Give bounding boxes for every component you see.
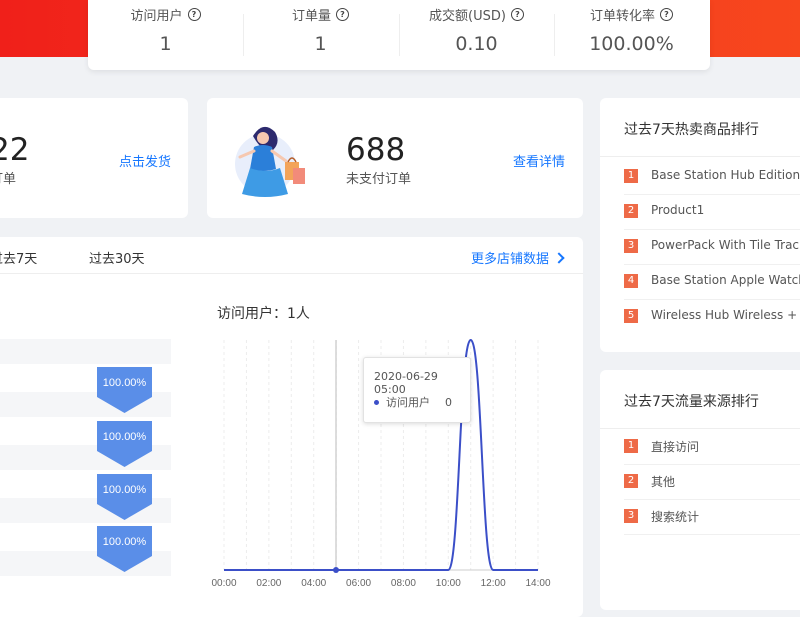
- tooltip-row: 访问用户 0: [374, 394, 452, 410]
- period-tabs: 过去7天 过去30天 更多店铺数据: [0, 237, 583, 274]
- conversion-rate-badge: 100.00%: [97, 526, 152, 572]
- traffic-source-item[interactable]: 3 搜索统计: [624, 499, 800, 535]
- conversion-rate-text: 100.00%: [103, 431, 147, 443]
- stat-value: 100.00%: [589, 33, 674, 55]
- tooltip-value: 0: [445, 395, 452, 409]
- stat-value: 1: [314, 33, 327, 55]
- product-rank-item[interactable]: 4 Base Station Apple Watch: [624, 264, 800, 300]
- x-tick-label: 08:00: [391, 578, 416, 589]
- analytics-card: 过去7天 过去30天 更多店铺数据 100.00% 100.00% 100.00…: [0, 237, 583, 617]
- stat-label: 成交额(USD): [429, 9, 506, 24]
- conversion-rate-text: 100.00%: [103, 377, 147, 389]
- chart-tooltip: 2020-06-29 05:00 访问用户 0: [363, 357, 471, 423]
- stat-visitors: 访问用户? 1: [88, 0, 243, 70]
- source-name: 直接访问: [651, 440, 700, 454]
- help-icon[interactable]: ?: [187, 8, 201, 21]
- tab-past-7-days[interactable]: 过去7天: [0, 248, 37, 267]
- unpaid-orders-card: 688 未支付订单 查看详情: [207, 98, 583, 218]
- tooltip-time: 2020-06-29 05:00: [374, 370, 438, 396]
- product-rank-item[interactable]: 3 PowerPack With Tile Tracking: [624, 229, 800, 265]
- source-name: 其他: [651, 475, 676, 489]
- stats-summary-card: 访问用户? 1 订单量? 1 成交额(USD)? 0.10 订单转化率? 100…: [88, 0, 710, 70]
- product-rank-item[interactable]: 2 Product1: [624, 194, 800, 230]
- unpaid-count: 688: [346, 132, 406, 168]
- x-tick-label: 06:00: [346, 578, 371, 589]
- series-dot-icon: [374, 399, 379, 405]
- help-icon[interactable]: ?: [660, 8, 673, 21]
- x-tick-label: 02:00: [256, 578, 281, 589]
- stat-label: 订单量: [291, 9, 331, 24]
- help-icon[interactable]: ?: [336, 8, 349, 21]
- hot-products-title: 过去7天热卖商品排行: [624, 122, 759, 138]
- conversion-rate-text: 100.00%: [103, 484, 147, 496]
- stat-value: 1: [159, 33, 172, 55]
- product-name: Product1: [651, 203, 705, 217]
- pending-ship-label: 订单: [0, 172, 17, 187]
- hover-point: [333, 567, 339, 573]
- help-icon[interactable]: ?: [510, 8, 524, 21]
- traffic-sources-title: 过去7天流量来源排行: [624, 394, 759, 410]
- rank-number: 2: [624, 204, 638, 218]
- x-tick-label: 14:00: [525, 578, 550, 589]
- pending-ship-count: 22: [0, 132, 30, 168]
- tab-past-30-days[interactable]: 过去30天: [89, 248, 145, 267]
- rank-number: 1: [624, 439, 638, 453]
- rank-number: 3: [624, 239, 638, 253]
- x-tick-label: 12:00: [481, 578, 506, 589]
- unpaid-label: 未支付订单: [346, 172, 412, 187]
- product-name: Base Station Apple Watch: [651, 273, 800, 287]
- divider: [600, 156, 800, 157]
- chevron-right-icon: [553, 252, 565, 264]
- product-name: Base Station Hub Edition: [651, 168, 800, 182]
- rank-number: 5: [624, 309, 638, 323]
- funnel-row: [0, 339, 171, 364]
- rank-number: 1: [624, 169, 638, 183]
- shopping-woman-illustration: [235, 126, 305, 197]
- tooltip-series: 访问用户: [386, 396, 430, 409]
- stat-revenue: 成交额(USD)? 0.10: [399, 0, 554, 70]
- hot-products-card: 过去7天热卖商品排行 1 Base Station Hub Edition 2 Pr…: [600, 98, 800, 352]
- conversion-rate-badge: 100.00%: [97, 474, 152, 520]
- stat-orders: 订单量? 1: [243, 0, 398, 70]
- product-rank-item[interactable]: 1 Base Station Hub Edition: [624, 159, 800, 195]
- more-store-data-label: 更多店铺数据: [471, 252, 550, 267]
- stat-value: 0.10: [455, 33, 498, 55]
- stat-label: 访问用户: [130, 9, 183, 24]
- rank-number: 2: [624, 474, 638, 488]
- pending-ship-card: 22 订单 点击发货: [0, 98, 188, 218]
- stat-label: 订单转化率: [589, 9, 655, 24]
- product-rank-item[interactable]: 5 Wireless Hub Wireless + 4: [624, 299, 800, 334]
- rank-number: 4: [624, 274, 638, 288]
- conversion-rate-text: 100.00%: [103, 536, 147, 548]
- view-details-link[interactable]: 查看详情: [513, 151, 565, 170]
- stat-conversion: 订单转化率? 100.00%: [554, 0, 709, 70]
- traffic-source-item[interactable]: 2 其他: [624, 464, 800, 500]
- product-name: PowerPack With Tile Tracking: [651, 238, 800, 252]
- x-tick-label: 10:00: [436, 578, 461, 589]
- x-tick-label: 04:00: [301, 578, 326, 589]
- traffic-sources-card: 过去7天流量来源排行 1 直接访问 2 其他 3 搜索统计: [600, 370, 800, 610]
- rank-number: 3: [624, 509, 638, 523]
- traffic-source-item[interactable]: 1 直接访问: [624, 429, 800, 465]
- source-name: 搜索统计: [651, 510, 700, 524]
- conversion-rate-badge: 100.00%: [97, 367, 152, 413]
- more-store-data-link[interactable]: 更多店铺数据: [471, 248, 565, 267]
- chart-title: 访问用户：1人: [217, 306, 310, 322]
- product-name: Wireless Hub Wireless + 4: [651, 308, 800, 322]
- ship-now-link[interactable]: 点击发货: [119, 151, 171, 170]
- x-tick-label: 00:00: [211, 578, 236, 589]
- conversion-rate-badge: 100.00%: [97, 421, 152, 467]
